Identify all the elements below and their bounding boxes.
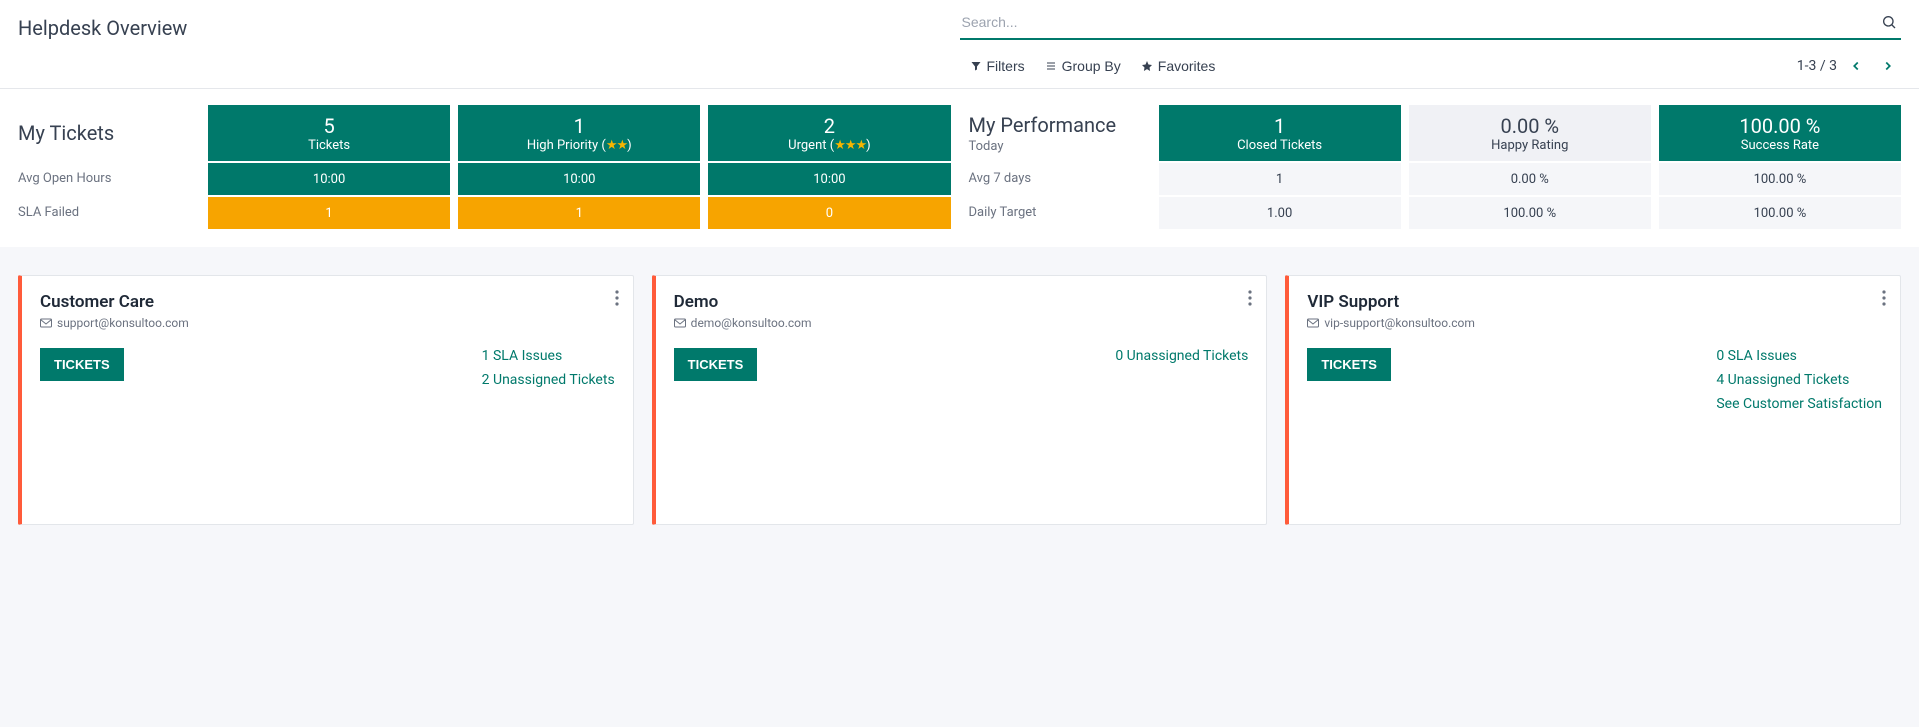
daily-target-value[interactable]: 1.00: [1159, 197, 1401, 229]
avg-7-days-value[interactable]: 0.00 %: [1409, 163, 1651, 195]
avg-7-days-value[interactable]: 100.00 %: [1659, 163, 1901, 195]
my-tickets-heading: My Tickets: [18, 105, 198, 161]
groupby-button[interactable]: Group By: [1035, 54, 1131, 78]
search-icon: [1881, 14, 1897, 30]
avg-open-hours-value[interactable]: 10:00: [208, 163, 450, 195]
envelope-icon: [40, 318, 52, 328]
filters-label: Filters: [987, 58, 1025, 74]
card-menu-button[interactable]: [1882, 290, 1886, 306]
funnel-icon: [970, 60, 982, 72]
team-stat-link[interactable]: 4 Unassigned Tickets: [1716, 372, 1882, 388]
priority-stars-icon: ★★: [606, 138, 627, 153]
avg-open-hours-label: Avg Open Hours: [18, 161, 198, 195]
daily-target-label: Daily Target: [969, 195, 1149, 229]
tickets-metric-col: 1High Priority (★★)10:001: [458, 105, 700, 229]
tickets-metric-header[interactable]: 1High Priority (★★): [458, 105, 700, 161]
envelope-icon: [674, 318, 686, 328]
tickets-button[interactable]: TICKETS: [674, 348, 758, 381]
team-name: Demo: [674, 292, 1249, 312]
metric-label: Urgent (★★★): [788, 138, 871, 153]
team-stat-link[interactable]: See Customer Satisfaction: [1716, 396, 1882, 412]
dashboard: My Tickets Avg Open Hours SLA Failed 5Ti…: [0, 89, 1919, 247]
avg-open-hours-value[interactable]: 10:00: [458, 163, 700, 195]
metric-value: 0.00 %: [1500, 114, 1559, 138]
favorites-button[interactable]: Favorites: [1131, 54, 1226, 78]
my-tickets-panel: My Tickets Avg Open Hours SLA Failed 5Ti…: [18, 105, 951, 229]
metric-value: 100.00 %: [1739, 114, 1820, 138]
tickets-metric-col: 2Urgent (★★★)10:000: [708, 105, 950, 229]
list-icon: [1045, 60, 1057, 72]
daily-target-value[interactable]: 100.00 %: [1409, 197, 1651, 229]
kebab-icon: [1882, 290, 1886, 306]
today-label: Today: [969, 139, 1149, 154]
team-card[interactable]: Customer Care support@konsultoo.com TICKET…: [18, 275, 634, 525]
metric-label: Success Rate: [1741, 138, 1819, 153]
team-card[interactable]: Demo demo@konsultoo.com TICKETS 0 Unassigne…: [652, 275, 1268, 525]
star-icon: [1141, 60, 1153, 72]
search-button[interactable]: [1877, 10, 1901, 34]
pager-text: 1-3 / 3: [1797, 58, 1837, 74]
team-email: vip-support@konsultoo.com: [1307, 316, 1882, 330]
metric-count: 2: [824, 114, 835, 138]
performance-metric-col: 100.00 %Success Rate100.00 %100.00 %: [1659, 105, 1901, 229]
card-menu-button[interactable]: [615, 290, 619, 306]
chevron-right-icon: [1881, 59, 1895, 73]
sla-failed-value[interactable]: 1: [208, 197, 450, 229]
tickets-metric-header[interactable]: 2Urgent (★★★): [708, 105, 950, 161]
sla-failed-label: SLA Failed: [18, 195, 198, 229]
filters-button[interactable]: Filters: [960, 54, 1035, 78]
pager-prev-button[interactable]: [1843, 57, 1869, 75]
my-performance-panel: My Performance Today Avg 7 days Daily Ta…: [969, 105, 1902, 229]
sla-failed-value[interactable]: 1: [458, 197, 700, 229]
page-title: Helpdesk Overview: [18, 10, 187, 40]
pager-next-button[interactable]: [1875, 57, 1901, 75]
avg-7-days-value[interactable]: 1: [1159, 163, 1401, 195]
metric-value: 1: [1274, 114, 1285, 138]
teams-kanban: Customer Care support@konsultoo.com TICKET…: [0, 247, 1919, 553]
card-menu-button[interactable]: [1248, 290, 1252, 306]
performance-metric-header[interactable]: 0.00 %Happy Rating: [1409, 105, 1651, 161]
team-stat-link[interactable]: 0 Unassigned Tickets: [1115, 348, 1248, 364]
team-email: demo@konsultoo.com: [674, 316, 1249, 330]
team-name: Customer Care: [40, 292, 615, 312]
team-card[interactable]: VIP Support vip-support@konsultoo.com TICK…: [1285, 275, 1901, 525]
metric-label: High Priority (★★): [527, 138, 632, 153]
metric-label: Tickets: [308, 138, 350, 153]
team-stat-link[interactable]: 1 SLA Issues: [482, 348, 615, 364]
priority-stars-icon: ★★★: [834, 138, 866, 153]
my-performance-heading: My Performance: [969, 113, 1149, 137]
team-stat-link[interactable]: 2 Unassigned Tickets: [482, 372, 615, 388]
groupby-label: Group By: [1062, 58, 1121, 74]
metric-label: Happy Rating: [1491, 138, 1568, 153]
sla-failed-value[interactable]: 0: [708, 197, 950, 229]
tickets-button[interactable]: TICKETS: [1307, 348, 1391, 381]
tickets-metric-header[interactable]: 5Tickets: [208, 105, 450, 161]
favorites-label: Favorites: [1158, 58, 1216, 74]
kebab-icon: [615, 290, 619, 306]
avg-7-days-label: Avg 7 days: [969, 161, 1149, 195]
avg-open-hours-value[interactable]: 10:00: [708, 163, 950, 195]
performance-metric-col: 0.00 %Happy Rating0.00 %100.00 %: [1409, 105, 1651, 229]
team-name: VIP Support: [1307, 292, 1882, 312]
metric-count: 1: [574, 114, 585, 138]
kebab-icon: [1248, 290, 1252, 306]
performance-metric-header[interactable]: 1Closed Tickets: [1159, 105, 1401, 161]
tickets-button[interactable]: TICKETS: [40, 348, 124, 381]
performance-metric-header[interactable]: 100.00 %Success Rate: [1659, 105, 1901, 161]
daily-target-value[interactable]: 100.00 %: [1659, 197, 1901, 229]
team-stat-link[interactable]: 0 SLA Issues: [1716, 348, 1882, 364]
metric-label: Closed Tickets: [1237, 138, 1322, 153]
tickets-metric-col: 5Tickets10:001: [208, 105, 450, 229]
envelope-icon: [1307, 318, 1319, 328]
chevron-left-icon: [1849, 59, 1863, 73]
performance-metric-col: 1Closed Tickets11.00: [1159, 105, 1401, 229]
metric-count: 5: [323, 114, 334, 138]
search-input[interactable]: [960, 10, 1878, 34]
team-email: support@konsultoo.com: [40, 316, 615, 330]
